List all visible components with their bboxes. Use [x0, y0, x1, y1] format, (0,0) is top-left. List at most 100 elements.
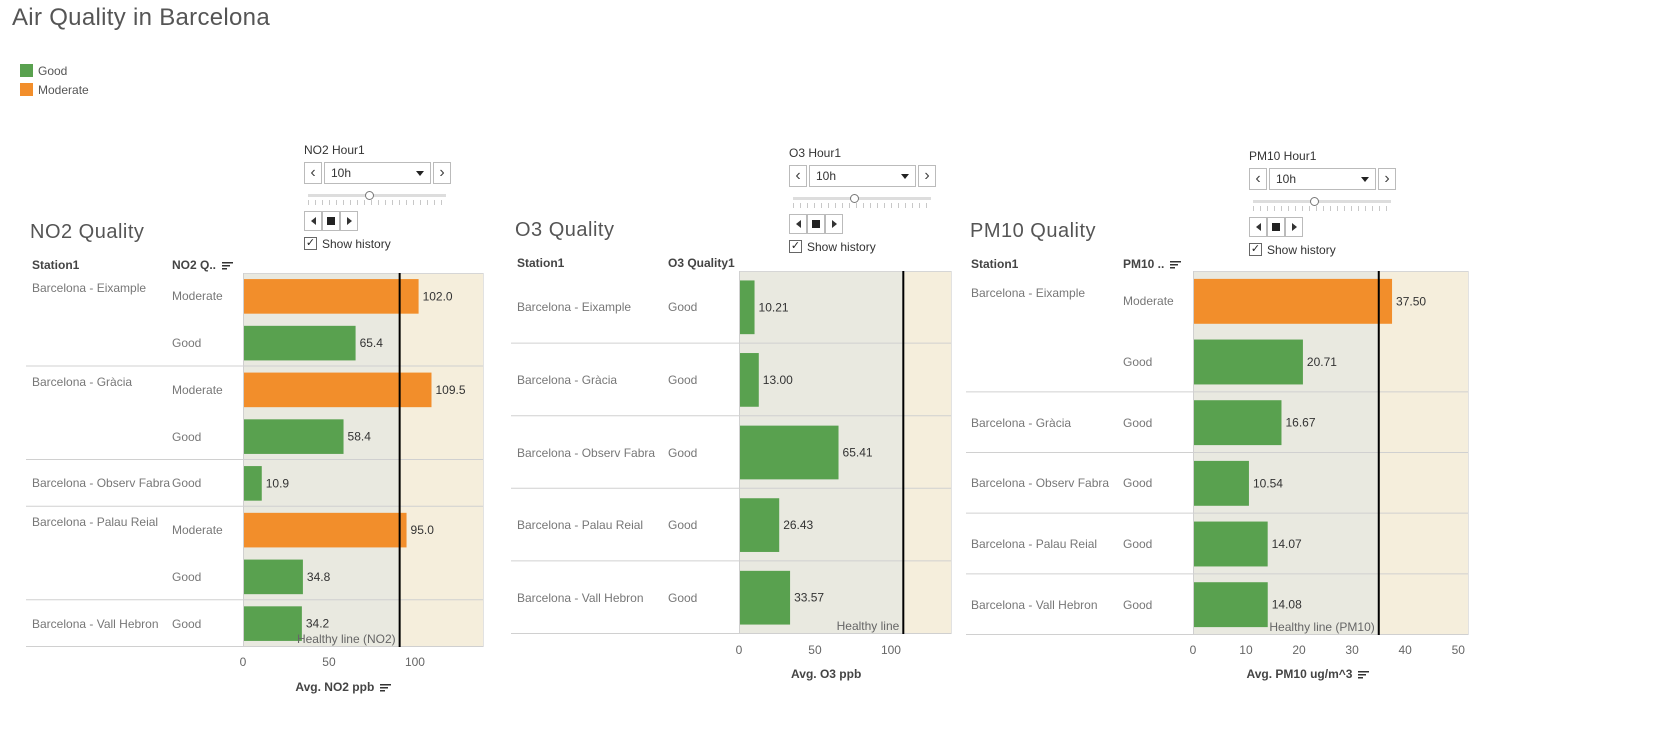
no2-hour-control: NO2 Hour1 ‹ 10h › ✓ Show history	[304, 143, 454, 255]
pm10-hour-control: PM10 Hour1 ‹ 10h › ✓ Show history	[1249, 149, 1399, 261]
o3-hour-slider-track[interactable]	[793, 197, 931, 200]
o3-play-forward-button[interactable]	[825, 214, 843, 234]
pm10-bar-chart: 37.50 20.71 16.67 10.54 14.07 14.08 Healthy li…	[966, 271, 1469, 635]
no2-quality-label: Moderate	[172, 382, 223, 397]
legend-label-good: Good	[38, 63, 68, 78]
no2-stop-button[interactable]	[322, 211, 340, 231]
pm10-quality-label: Good	[1123, 476, 1153, 491]
stop-icon	[1272, 223, 1280, 231]
chevron-down-icon	[901, 174, 909, 179]
chevron-down-icon	[416, 171, 424, 176]
no2-bar-moderate	[243, 512, 407, 548]
pm10-header-station[interactable]: Station1	[971, 257, 1018, 271]
pm10-quality-label: Good	[1123, 597, 1153, 612]
pm10-hour-slider-knob[interactable]	[1310, 197, 1320, 206]
o3-hour-next-button[interactable]: ›	[918, 165, 936, 187]
o3-quality-label: Good	[668, 518, 698, 533]
no2-hour-slider-knob[interactable]	[365, 191, 375, 200]
no2-station-label: Barcelona - Palau Reial	[32, 515, 159, 530]
no2-data-label: 109.5	[435, 383, 465, 397]
pm10-quality-label: Good	[1123, 537, 1153, 551]
o3-play-back-button[interactable]	[789, 214, 807, 234]
pm10-panel-title: PM10 Quality	[970, 220, 1097, 242]
no2-panel-title: NO2 Quality	[30, 221, 145, 243]
no2-show-history-checkbox[interactable]: ✓	[304, 237, 317, 250]
o3-header-quality[interactable]: O3 Quality1	[668, 256, 735, 270]
o3-hour-slider-knob[interactable]	[850, 194, 860, 203]
o3-data-label: 65.41	[843, 446, 873, 460]
pm10-x-axis-title[interactable]: Avg. PM10 ug/m^3	[1247, 667, 1370, 681]
play-back-icon	[1255, 223, 1261, 231]
legend-item-good[interactable]: Good	[20, 61, 89, 80]
pm10-hour-dropdown[interactable]: 10h	[1269, 168, 1376, 190]
chevron-left-icon: ‹	[795, 167, 801, 184]
o3-hour-control: O3 Hour1 ‹ 10h › ✓ Show history	[789, 146, 939, 258]
pm10-bar-good	[1193, 339, 1303, 385]
no2-header-quality[interactable]: NO2 Q..	[172, 258, 234, 272]
chevron-down-icon	[1361, 177, 1369, 182]
no2-hour-next-button[interactable]: ›	[433, 162, 451, 184]
pm10-play-forward-button[interactable]	[1285, 217, 1303, 237]
pm10-data-label: 16.67	[1285, 416, 1315, 430]
pm10-bar-good	[1193, 460, 1249, 506]
pm10-bar-moderate	[1193, 278, 1393, 324]
o3-x-axis-title[interactable]: Avg. O3 ppb	[791, 667, 861, 681]
no2-hour-dropdown[interactable]: 10h	[324, 162, 431, 184]
o3-bar-good	[739, 280, 755, 335]
pm10-data-label: 37.50	[1396, 294, 1426, 308]
no2-data-label: 102.0	[423, 289, 453, 303]
sort-icon[interactable]	[222, 261, 234, 270]
pm10-hour-dropdown-value: 10h	[1276, 172, 1297, 186]
no2-quality-label: Good	[172, 429, 202, 444]
pm10-header-quality[interactable]: PM10 ..	[1123, 257, 1182, 271]
sort-icon[interactable]	[1170, 260, 1182, 269]
no2-show-history-label: Show history	[322, 237, 391, 251]
o3-stop-button[interactable]	[807, 214, 825, 234]
no2-healthy-line-label: Healthy line (NO2)	[297, 632, 396, 646]
no2-data-label: 34.8	[307, 570, 331, 584]
play-forward-icon	[831, 220, 837, 228]
o3-quality-label: Good	[668, 445, 698, 460]
pm10-hour-slider-track[interactable]	[1253, 200, 1391, 203]
pm10-show-history-label: Show history	[1267, 243, 1336, 257]
o3-quality-label: Good	[668, 590, 698, 605]
sort-icon[interactable]	[380, 683, 392, 692]
color-legend: Good Moderate	[20, 61, 89, 99]
no2-header-station[interactable]: Station1	[32, 258, 79, 272]
pm10-data-label: 14.08	[1272, 598, 1302, 612]
pm10-stop-button[interactable]	[1267, 217, 1285, 237]
legend-label-moderate: Moderate	[38, 82, 89, 97]
pm10-show-history-checkbox[interactable]: ✓	[1249, 243, 1262, 256]
o3-header-station[interactable]: Station1	[517, 256, 564, 270]
o3-show-history-checkbox[interactable]: ✓	[789, 240, 802, 253]
pm10-bar-good	[1193, 400, 1282, 446]
no2-play-forward-button[interactable]	[340, 211, 358, 231]
o3-hour-prev-button[interactable]: ‹	[789, 165, 807, 187]
no2-bar-good	[243, 325, 356, 361]
pm10-x-tick-label: 20	[1292, 643, 1306, 657]
no2-bar-good	[243, 559, 303, 595]
no2-x-axis-title[interactable]: Avg. NO2 ppb	[295, 680, 392, 694]
no2-hour-slider-track[interactable]	[308, 194, 446, 197]
pm10-x-tick-label: 40	[1398, 643, 1412, 657]
legend-item-moderate[interactable]: Moderate	[20, 80, 89, 99]
o3-bar-good	[739, 570, 791, 625]
o3-data-label: 10.21	[759, 300, 789, 314]
no2-x-tick-label: 50	[322, 655, 336, 669]
no2-hour-prev-button[interactable]: ‹	[304, 162, 322, 184]
pm10-x-tick-label: 30	[1345, 643, 1359, 657]
no2-station-label: Barcelona - Gràcia	[32, 374, 133, 389]
o3-hour-dropdown[interactable]: 10h	[809, 165, 916, 187]
stop-icon	[327, 217, 335, 225]
pm10-play-back-button[interactable]	[1249, 217, 1267, 237]
o3-station-label: Barcelona - Observ Fabra	[517, 445, 656, 460]
pm10-hour-next-button[interactable]: ›	[1378, 168, 1396, 190]
chevron-left-icon: ‹	[310, 164, 316, 181]
pm10-station-label: Barcelona - Eixample	[971, 286, 1086, 301]
sort-icon[interactable]	[1358, 670, 1370, 679]
pm10-hour-prev-button[interactable]: ‹	[1249, 168, 1267, 190]
pm10-hour-slider-ticks	[1253, 206, 1391, 211]
pm10-x-tick-label: 0	[1189, 643, 1197, 657]
o3-show-history-label: Show history	[807, 240, 876, 254]
no2-play-back-button[interactable]	[304, 211, 322, 231]
